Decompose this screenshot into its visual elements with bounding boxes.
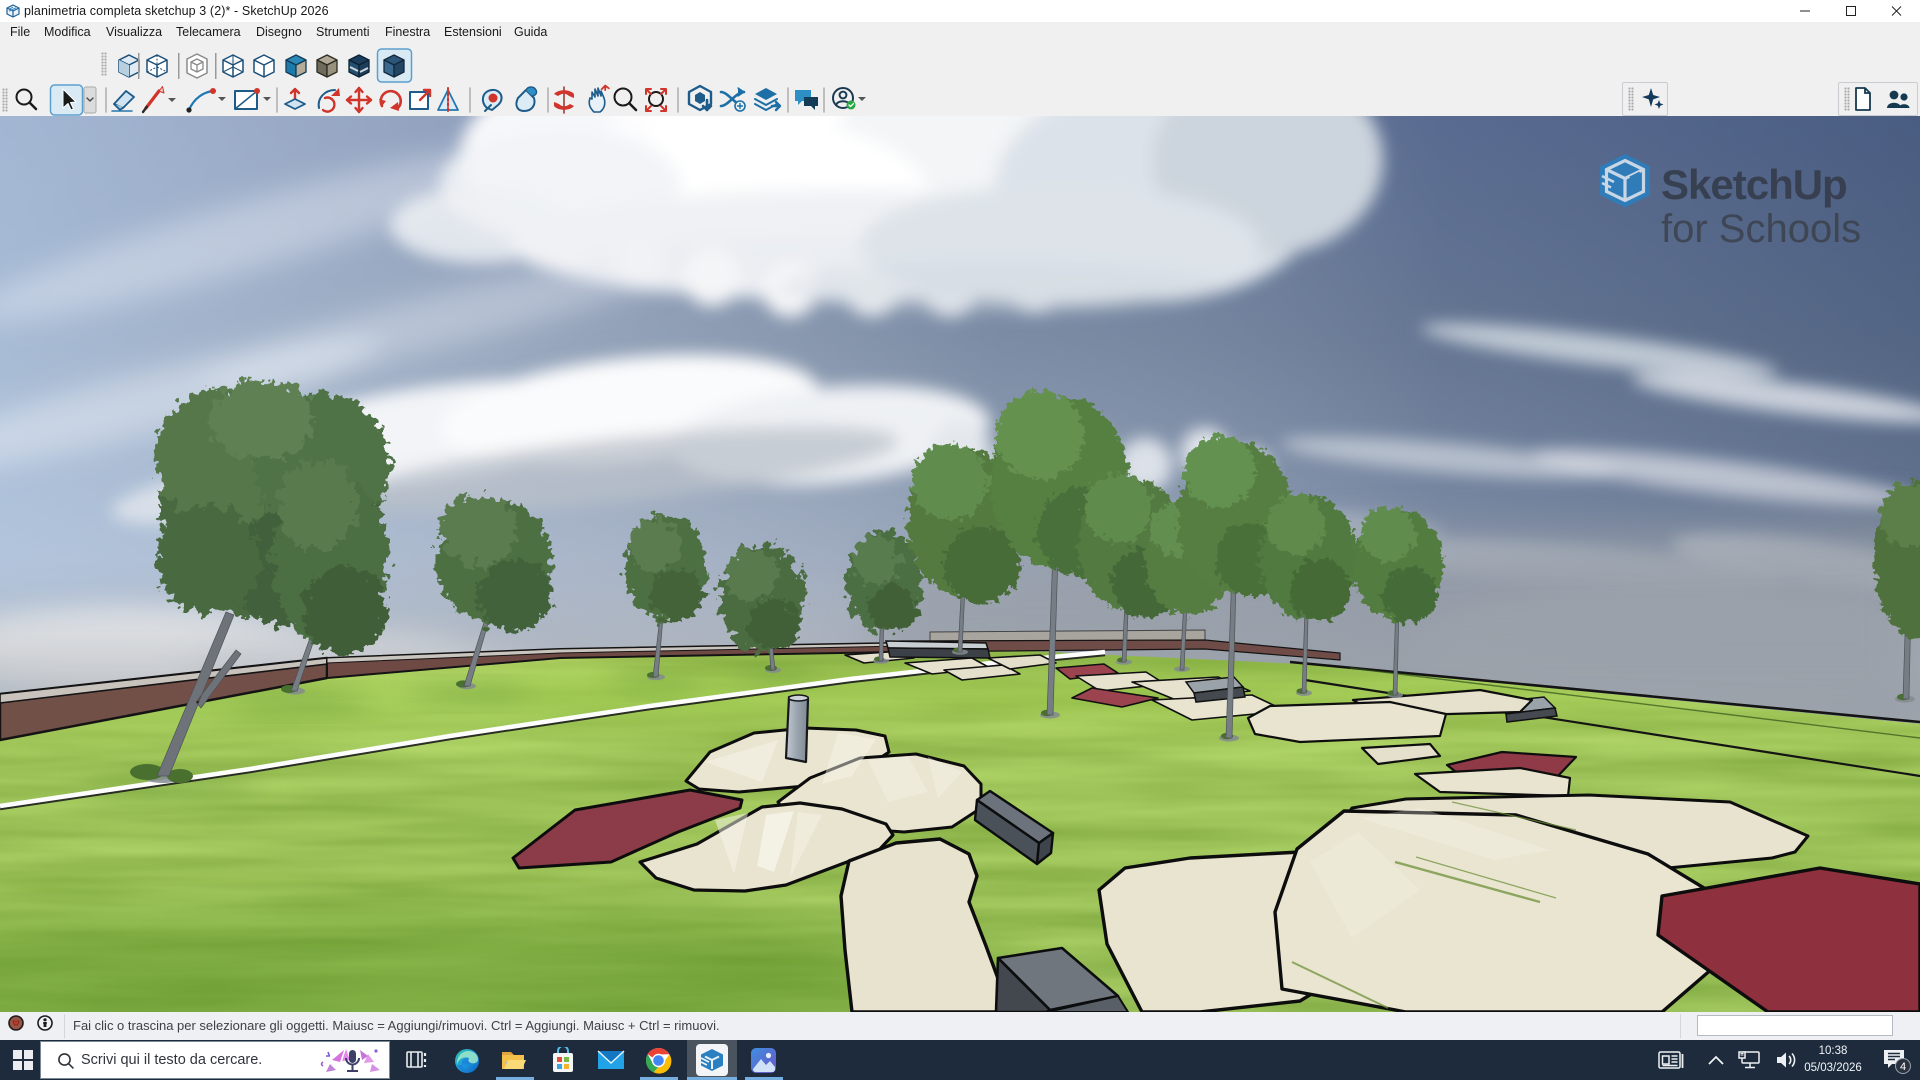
svg-text:SketchUp: SketchUp	[1661, 161, 1847, 208]
svg-text:4: 4	[1900, 1061, 1906, 1073]
svg-text:for Schools: for Schools	[1661, 207, 1861, 251]
